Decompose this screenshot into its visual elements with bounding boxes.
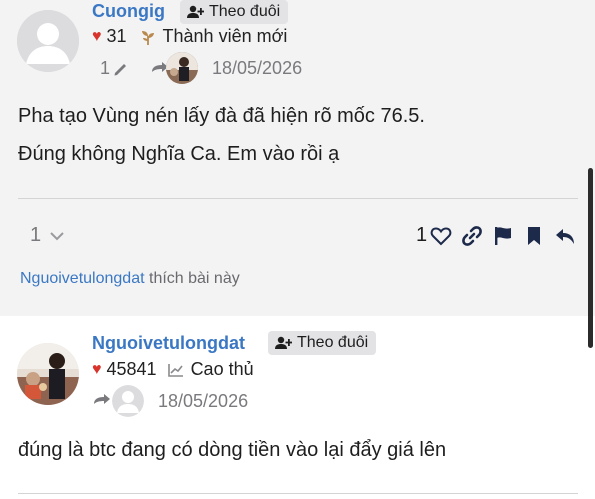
reply-to-avatar[interactable] <box>112 385 144 417</box>
liked-by: Nguoivetulongdat thích bài này <box>20 270 240 288</box>
avatar-cuongig[interactable] <box>17 10 79 72</box>
pencil-icon[interactable] <box>112 60 130 78</box>
follow-label: Theo đuôi <box>209 3 281 20</box>
user-photo-icon <box>166 52 198 84</box>
post-date[interactable]: 18/05/2026 <box>212 58 302 79</box>
chart-trend-icon <box>167 363 183 377</box>
liked-by-suffix: thích bài này <box>149 270 240 287</box>
post-body: Pha tạo Vùng nén lấy đà đã hiện rõ mốc 7… <box>18 97 425 173</box>
sprout-icon <box>141 30 154 45</box>
reply-to-avatar[interactable] <box>166 52 198 84</box>
user-stats: ♥ 45841 Cao thủ <box>92 359 254 380</box>
person-plus-icon <box>275 336 292 349</box>
follow-label: Theo đuôi <box>297 334 369 351</box>
bookmark-icon[interactable] <box>523 225 545 247</box>
scrollbar[interactable] <box>588 168 593 348</box>
body-line: Đúng không Nghĩa Ca. Em vào rồi ạ <box>18 143 340 165</box>
post-cuongig: Cuongig Theo đuôi ♥ 31 Thành viên mới 1 <box>0 0 595 316</box>
chevron-down-icon <box>50 231 64 240</box>
user-stats: ♥ 31 Thành viên mới <box>92 26 287 47</box>
heart-outline-icon[interactable] <box>430 225 452 247</box>
edit-count[interactable]: 1 <box>100 58 110 79</box>
user-rank: Cao thủ <box>190 359 254 379</box>
post-nguoivetulongdat: Nguoivetulongdat Theo đuôi ♥ 45841 Cao t… <box>0 316 595 499</box>
default-avatar-icon <box>112 385 144 417</box>
post-meta: 1 <box>100 58 172 79</box>
body-line: đúng là btc đang có dòng tiền vào lại đẩ… <box>18 439 447 461</box>
post-actions: 1 <box>416 224 576 247</box>
post-meta <box>92 392 114 410</box>
post-divider <box>18 198 578 199</box>
username[interactable]: Cuongig <box>92 1 165 22</box>
replies-count: 1 <box>30 224 42 246</box>
user-photo-icon <box>17 343 79 405</box>
person-plus-icon <box>187 5 204 18</box>
username[interactable]: Nguoivetulongdat <box>92 333 245 354</box>
heart-icon: ♥ <box>92 27 102 45</box>
heart-icon: ♥ <box>92 360 102 378</box>
avatar-nguoivetulongdat[interactable] <box>17 343 79 405</box>
replies-toggle[interactable]: 1 <box>30 224 65 247</box>
reply-icon[interactable] <box>554 225 576 247</box>
follow-button[interactable]: Theo đuôi <box>180 0 289 24</box>
follow-button[interactable]: Theo đuôi <box>268 331 377 355</box>
post-divider <box>18 493 578 494</box>
post-date[interactable]: 18/05/2026 <box>158 391 248 412</box>
default-avatar-icon <box>17 10 79 72</box>
link-icon[interactable] <box>461 225 483 247</box>
like-total: 31 <box>106 26 127 46</box>
user-rank: Thành viên mới <box>162 26 288 46</box>
body-line: Pha tạo Vùng nén lấy đà đã hiện rõ mốc 7… <box>18 105 425 127</box>
post-body: đúng là btc đang có dòng tiền vào lại đẩ… <box>18 431 446 469</box>
like-count[interactable]: 1 <box>416 224 427 247</box>
reply-arrow-icon <box>94 394 110 404</box>
liked-by-user[interactable]: Nguoivetulongdat <box>20 270 145 287</box>
like-total: 45841 <box>106 359 157 379</box>
flag-icon[interactable] <box>492 225 514 247</box>
